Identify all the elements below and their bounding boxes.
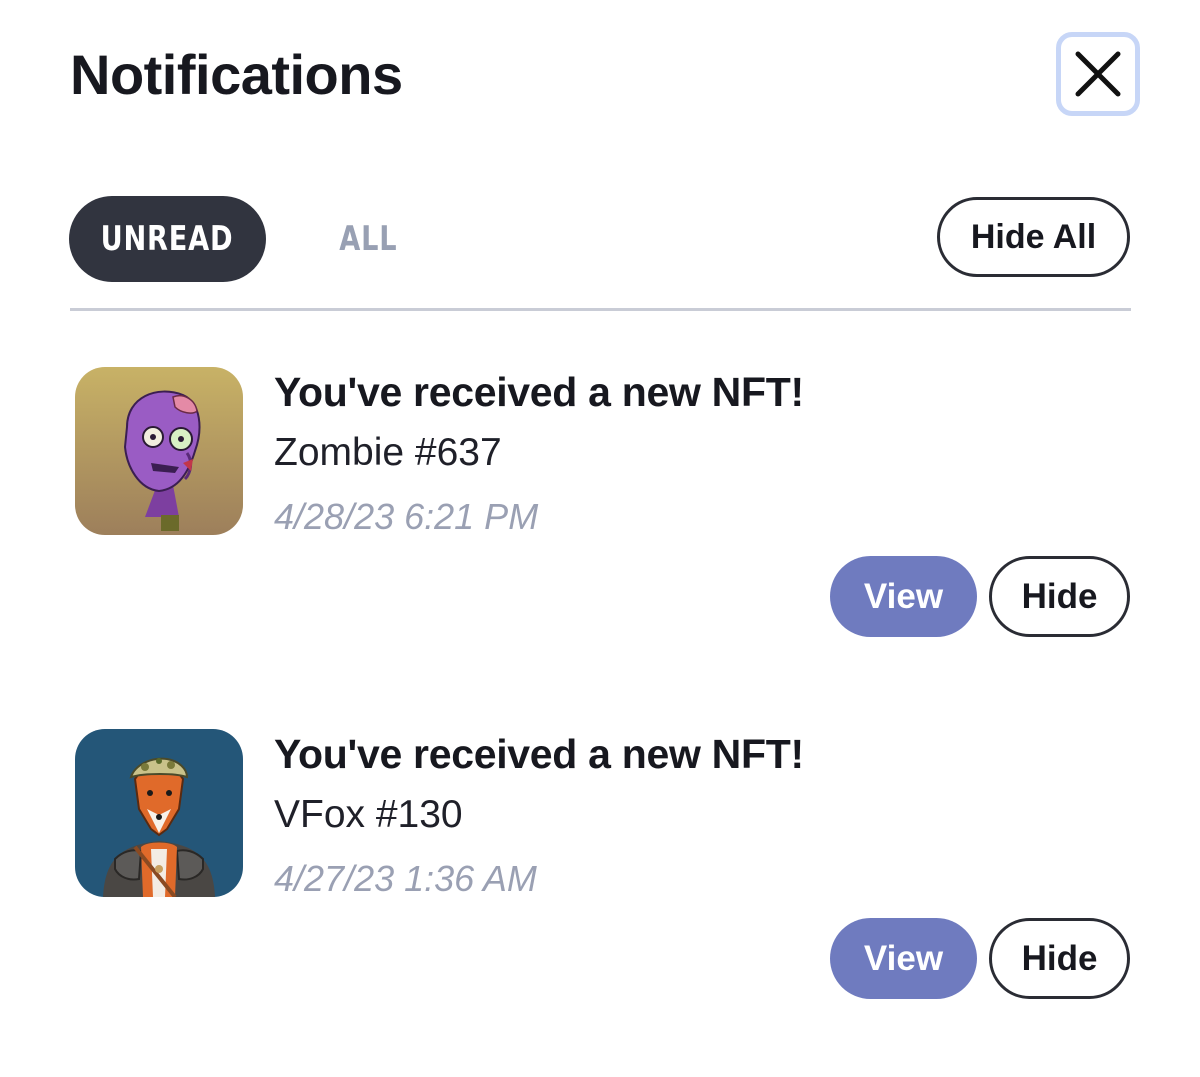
close-button[interactable] [1056,32,1140,116]
fox-nft-icon [75,729,243,897]
fox-nft-thumbnail[interactable] [75,729,243,897]
zombie-nft-icon [75,367,243,535]
nft-name: Zombie #637 [274,431,502,474]
notification-item: You've received a new NFT! VFox #130 4/2… [0,729,1200,1049]
timestamp: 4/28/23 6:21 PM [274,496,539,537]
page-title: Notifications [70,43,403,106]
hide-button[interactable]: Hide [989,556,1130,637]
notification-title: You've received a new NFT! [274,731,804,777]
tab-unread[interactable]: UNREAD [69,196,266,282]
hide-all-button[interactable]: Hide All [937,197,1130,277]
tab-all[interactable]: ALL [318,196,418,282]
zombie-nft-thumbnail[interactable] [75,367,243,535]
view-button[interactable]: View [830,556,977,637]
notification-title: You've received a new NFT! [274,369,804,415]
notification-item: You've received a new NFT! Zombie #637 4… [0,367,1200,687]
hide-button[interactable]: Hide [989,918,1130,999]
timestamp: 4/27/23 1:36 AM [274,858,537,899]
nft-name: VFox #130 [274,793,463,836]
tab-all-label: ALL [338,219,398,259]
tab-unread-label: UNREAD [101,219,234,259]
close-icon [1075,51,1121,97]
view-button[interactable]: View [830,918,977,999]
divider [70,308,1131,311]
